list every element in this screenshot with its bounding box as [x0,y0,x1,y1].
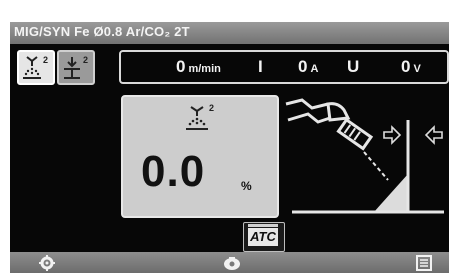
mode-superscript: 2 [43,55,48,65]
atc-label: ATC [248,228,278,246]
atc-bar [248,224,278,227]
voltage-value: 0 [401,57,411,76]
parameter-value: 0.0 [141,147,206,196]
current-symbol: I [258,57,263,76]
spray-arc-2-icon: 2 [23,55,48,79]
spray-arc-2-icon: 2 [186,103,214,130]
current-value: 0 [298,57,308,76]
title-bar: MIG/SYN Fe Ø0.8 Ar/CO₂ 2T [10,22,449,44]
parameter-unit: % [241,179,252,193]
settings-gear-icon[interactable] [38,255,56,271]
spray-arc-mode-button[interactable]: 2 [17,50,55,85]
menu-icon[interactable] [416,255,432,271]
home-icon[interactable] [221,255,243,271]
arrow-left-icon [424,125,443,145]
mode-superscript: 2 [83,55,88,65]
arrow-right-icon [383,125,402,145]
process-title: MIG/SYN Fe Ø0.8 Ar/CO₂ 2T [14,24,190,39]
voltage-symbol: U [347,57,360,76]
torch-icon [285,98,389,181]
wire-speed-readout: 0 m/min [176,57,221,77]
welder-screen: MIG/SYN Fe Ø0.8 Ar/CO₂ 2T 2 2 0 m/min I … [10,22,449,273]
weld-bead [374,174,408,212]
atc-button[interactable]: ATC [243,222,285,252]
voltage-readout: 0V [401,57,421,77]
voltage-unit: V [413,63,421,75]
current-unit: A [310,63,319,75]
welding-illustration [285,98,444,214]
parameter-panel[interactable]: 2 0.0 % [121,95,279,218]
measurement-readout: 0 m/min I 0A U 0V [119,50,449,84]
wire-speed-unit: m/min [188,63,221,75]
parameter-superscript: 2 [209,103,214,113]
short-arc-mode-button[interactable]: 2 [57,50,95,85]
bottom-toolbar [10,252,449,273]
short-arc-2-icon: 2 [64,55,88,79]
current-readout: 0A [298,57,318,77]
wire-speed-value: 0 [176,57,186,76]
